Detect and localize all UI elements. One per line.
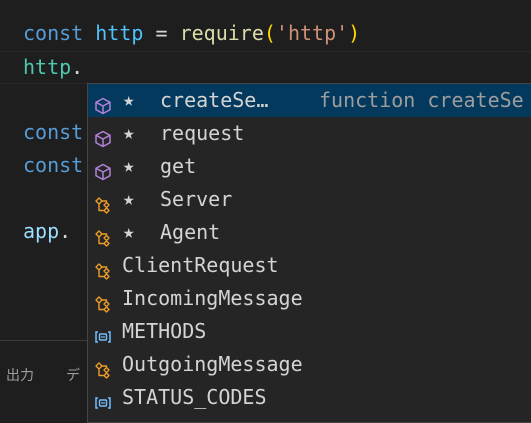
star-icon: ★ bbox=[123, 188, 135, 210]
suggestion-item[interactable]: ★ Server bbox=[88, 183, 531, 216]
suggestion-item[interactable]: ★ request bbox=[88, 117, 531, 150]
suggestion-label: Server bbox=[160, 187, 233, 211]
panel-tab-output[interactable]: 出力 bbox=[6, 365, 34, 385]
star-icon: ★ bbox=[123, 122, 135, 144]
variable-name: http bbox=[95, 21, 144, 45]
object-name: http bbox=[23, 55, 72, 79]
suggestion-item[interactable]: ★ Agent bbox=[88, 216, 531, 249]
suggestion-label: createSe… bbox=[160, 88, 269, 112]
suggestion-item[interactable]: ClientRequest bbox=[88, 249, 531, 282]
suggestion-label: OutgoingMessage bbox=[122, 352, 303, 376]
star-icon: ★ bbox=[123, 89, 135, 111]
suggestion-label: request bbox=[160, 121, 245, 145]
operator: = bbox=[155, 21, 168, 45]
class-icon bbox=[94, 356, 112, 379]
star-icon: ★ bbox=[123, 221, 135, 243]
function-name: require bbox=[179, 21, 264, 45]
suggestion-detail: function createSe bbox=[319, 88, 524, 112]
string-literal: 'http' bbox=[275, 21, 349, 45]
suggestion-item[interactable]: STATUS_CODES bbox=[88, 381, 531, 414]
suggestion-label: Agent bbox=[160, 220, 221, 244]
suggestion-label: ClientRequest bbox=[122, 253, 279, 277]
dot-operator: . bbox=[71, 55, 84, 79]
enum-icon bbox=[94, 389, 112, 409]
suggestion-label: get bbox=[160, 154, 197, 178]
method-icon bbox=[94, 125, 112, 148]
suggestion-widget[interactable]: ★ createSe… function createSe ★ request … bbox=[87, 83, 531, 423]
keyword: const bbox=[23, 21, 84, 45]
code-line-4: const bbox=[23, 149, 83, 182]
code-line-3: const bbox=[23, 116, 83, 149]
class-icon bbox=[94, 257, 112, 280]
paren-open: ( bbox=[263, 21, 276, 45]
suggestion-item[interactable]: OutgoingMessage bbox=[88, 348, 531, 381]
code-line-5: app. bbox=[23, 215, 71, 248]
suggestion-label: METHODS bbox=[122, 319, 207, 343]
enum-icon bbox=[94, 323, 112, 343]
class-icon bbox=[94, 224, 112, 247]
suggestion-label: IncomingMessage bbox=[122, 286, 303, 310]
method-icon bbox=[94, 92, 112, 115]
code-line-1: const http = require('http') bbox=[23, 17, 360, 50]
keyword: const bbox=[23, 120, 84, 144]
suggestion-item[interactable]: METHODS bbox=[88, 315, 531, 348]
method-icon bbox=[94, 158, 112, 181]
class-icon bbox=[94, 290, 112, 313]
object-name: app bbox=[23, 219, 60, 243]
star-icon: ★ bbox=[123, 155, 135, 177]
suggestion-item[interactable]: ★ createSe… function createSe bbox=[88, 84, 531, 117]
panel-tab-debug[interactable]: デ bbox=[66, 365, 80, 385]
paren-close: ) bbox=[348, 21, 361, 45]
dot-operator: . bbox=[59, 219, 72, 243]
suggestion-label: STATUS_CODES bbox=[122, 385, 267, 409]
class-icon bbox=[94, 191, 112, 214]
keyword: const bbox=[23, 153, 84, 177]
suggestion-item[interactable]: ★ get bbox=[88, 150, 531, 183]
suggestion-item[interactable]: IncomingMessage bbox=[88, 282, 531, 315]
code-line-2: http. bbox=[23, 51, 83, 84]
